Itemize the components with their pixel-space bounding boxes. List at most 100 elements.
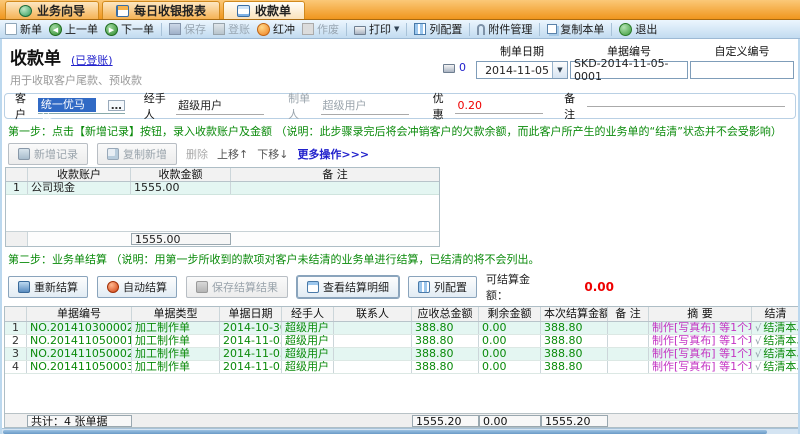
discount-input[interactable]: 0.20 <box>455 99 544 114</box>
save-button[interactable]: 保存 <box>169 21 206 37</box>
creator-value: 超级用户 <box>320 97 409 115</box>
doc-date-header: 单据日期 <box>220 307 282 321</box>
remark-input[interactable] <box>586 105 785 107</box>
remaining-header: 剩余金额 <box>479 307 541 321</box>
accounts-table-header: 收款账户 收款金额 备 注 <box>6 168 439 182</box>
copy-add-button[interactable]: 复制新增 <box>97 143 177 165</box>
settlement-table-header: 单据编号 单据类型 单据日期 经手人 联系人 应收总金额 剩余金额 本次结算金额… <box>5 307 798 322</box>
doc-no-header: 单据编号 <box>27 307 132 321</box>
arrow-left-icon: ◀ <box>49 22 62 36</box>
total-amount-sum: 1555.20 <box>412 415 479 427</box>
wizard-icon <box>19 4 32 17</box>
table-row[interactable]: 3 NO.201411050002 加工制作单 2014-11-05 超级用户 … <box>5 348 798 361</box>
toolbar: 新单 ◀ 上一单 ▶ 下一单 保存 登账 红冲 作废 打印 ▼ 列配置 附件管理 复制… <box>0 20 800 39</box>
floppy-icon <box>169 23 181 35</box>
chevron-down-icon: ▼ <box>394 25 400 33</box>
toolbar-separator <box>539 22 541 36</box>
remark-label: 备注 <box>564 92 576 121</box>
customer-input[interactable]: 统一优马特 … <box>37 98 125 125</box>
horizontal-scrollbar[interactable] <box>2 428 798 434</box>
row-num-header <box>6 168 28 181</box>
step1-button-row: 新增记录 复制新增 删除 上移↑ 下移↓ 更多操作>>> <box>2 141 798 167</box>
customer-label: 客户 <box>15 92 26 121</box>
settled-checkbox[interactable]: √结清本单 <box>752 348 798 360</box>
doc-header: 收款单 (已登账) 用于收取客户尾款、预收款 0 制单日期 2014-11-05… <box>2 39 798 91</box>
next-doc-button[interactable]: ▶ 下一单 <box>105 21 154 37</box>
copy-doc-button[interactable]: 复制本单 <box>547 21 604 37</box>
summary-header: 摘 要 <box>649 307 752 321</box>
customer-lookup-button[interactable]: … <box>107 99 125 111</box>
doc-date-field: 制单日期 2014-11-05 ▼ <box>476 43 568 79</box>
account-column-header: 收款账户 <box>28 168 131 181</box>
handler-header: 经手人 <box>282 307 334 321</box>
table-row[interactable]: 2 NO.201411050001 加工制作单 2014-11-05 超级用户 … <box>5 335 798 348</box>
step2-button-row: 重新结算 自动结算 保存结算结果 查看结算明细 列配置 可结算金额： 0.00 <box>2 269 798 305</box>
doc-date-label: 制单日期 <box>500 45 544 58</box>
arrow-right-icon: ▶ <box>105 22 118 36</box>
step2-instruction: 第二步：业务单结算 （说明：用第一步所收到的款项对客户未结清的业务单进行结算，已… <box>8 253 540 266</box>
remark-column-header: 备 注 <box>322 168 348 181</box>
columns-icon <box>418 281 430 293</box>
post-ledger-button[interactable]: 登账 <box>213 21 250 37</box>
void-icon <box>302 23 314 35</box>
print-count: 0 <box>459 61 466 74</box>
doc-date-input[interactable]: 2014-11-05 ▼ <box>476 61 568 79</box>
column-config-button[interactable]: 列配置 <box>414 21 462 37</box>
discount-label: 优惠 <box>432 92 444 121</box>
accounts-total-amount: 1555.00 <box>131 233 231 245</box>
custom-number-field: 自定义编号 <box>690 43 794 79</box>
new-doc-button[interactable]: 新单 <box>5 21 42 37</box>
settled-checkbox[interactable]: √结清本单 <box>752 361 798 373</box>
attachment-button[interactable]: 附件管理 <box>477 21 532 37</box>
move-down-button[interactable]: 下移↓ <box>257 146 288 162</box>
accounts-table-empty-area <box>6 195 439 231</box>
scrollbar-thumb[interactable] <box>3 430 768 434</box>
print-button[interactable]: 打印 ▼ <box>354 21 399 37</box>
copy-add-icon <box>107 148 119 160</box>
account-table-row[interactable]: 1 公司现金 1555.00 <box>6 182 439 195</box>
resettle-button[interactable]: 重新结算 <box>8 276 88 298</box>
new-page-icon <box>5 23 17 35</box>
doc-number-input[interactable]: SKD-2014-11-05-0001 <box>570 57 688 83</box>
settle-column-config-button[interactable]: 列配置 <box>408 276 477 298</box>
printer-icon[interactable] <box>443 64 455 73</box>
columns-icon <box>414 23 427 35</box>
settled-checkbox[interactable]: √结清本单 <box>752 322 798 334</box>
doc-type-header: 单据类型 <box>132 307 220 321</box>
handler-input[interactable]: 超级用户 <box>176 97 265 115</box>
save-settle-result-button[interactable]: 保存结算结果 <box>186 276 288 298</box>
exit-button[interactable]: 退出 <box>619 21 657 37</box>
toolbar-separator <box>406 22 408 36</box>
settle-amount-header: 本次结算金额 <box>541 307 608 321</box>
receipt-icon <box>237 4 251 17</box>
tab-receipt-form[interactable]: 收款单 <box>223 1 306 19</box>
settle-amount-sum: 1555.20 <box>541 415 608 427</box>
available-amount-value: 0.00 <box>584 280 614 294</box>
date-dropdown-button[interactable]: ▼ <box>552 62 567 78</box>
settlement-table: 单据编号 单据类型 单据日期 经手人 联系人 应收总金额 剩余金额 本次结算金额… <box>4 306 798 428</box>
settled-checkbox[interactable]: √结清本单 <box>752 335 798 347</box>
copy-icon <box>547 24 558 34</box>
prev-doc-button[interactable]: ◀ 上一单 <box>49 21 98 37</box>
row-num-header <box>5 307 27 321</box>
add-record-button[interactable]: 新增记录 <box>8 143 88 165</box>
tab-business-wizard[interactable]: 业务向导 <box>5 1 100 19</box>
table-row[interactable]: 4 NO.201411050003 加工制作单 2014-11-05 超级用户 … <box>5 361 798 374</box>
accounts-table: 收款账户 收款金额 备 注 1 公司现金 1555.00 1555.00 <box>5 167 440 247</box>
move-up-button[interactable]: 上移↑ <box>217 146 248 162</box>
table-row[interactable]: 1 NO.201410300002 加工制作单 2014-10-30 超级用户 … <box>5 322 798 335</box>
view-detail-icon <box>307 281 319 293</box>
tab-label: 每日收银报表 <box>134 4 207 18</box>
view-settle-detail-button[interactable]: 查看结算明细 <box>297 276 399 298</box>
red-reverse-button[interactable]: 红冲 <box>257 21 295 37</box>
settlement-table-footer: 共计：4 张单据 1555.20 0.00 1555.20 <box>5 413 798 427</box>
posted-status-link[interactable]: (已登账) <box>71 52 113 68</box>
custom-number-input[interactable] <box>690 61 794 79</box>
delete-record-button[interactable]: 删除 <box>186 146 208 162</box>
more-actions-link[interactable]: 更多操作>>> <box>297 146 369 162</box>
void-button[interactable]: 作废 <box>302 21 339 37</box>
page-title: 收款单 <box>10 49 61 69</box>
tab-daily-cash-report[interactable]: 每日收银报表 <box>102 1 221 19</box>
toolbar-separator <box>161 22 162 36</box>
auto-settle-button[interactable]: 自动结算 <box>97 276 177 298</box>
